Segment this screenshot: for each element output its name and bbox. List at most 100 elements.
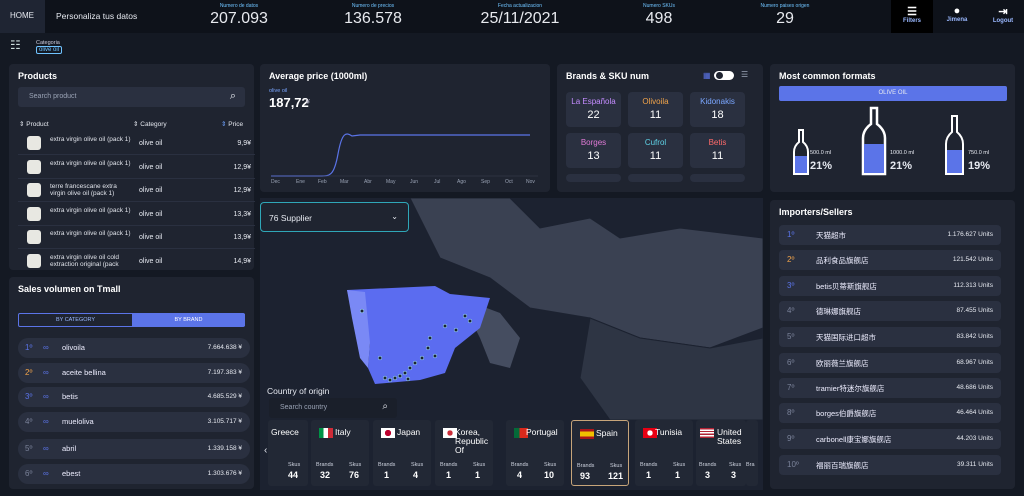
list-item[interactable]: 8º borges伯爵旗舰店 46.464 Units	[779, 403, 1001, 423]
list-item[interactable]: 5º ∞ abril 1.339.158 ¥	[18, 439, 250, 459]
link-icon: ∞	[43, 392, 49, 401]
sales-title: Sales volumen on Tmall	[18, 284, 121, 294]
country-card-portugal[interactable]: Portugal Brands 4 Skus 10	[506, 420, 564, 486]
table-row[interactable]: extra virgin olive oil (pack 1) olive oil…	[18, 133, 255, 155]
italy-flag-icon	[319, 428, 333, 438]
home-tab[interactable]: HOME	[0, 0, 45, 33]
search-icon[interactable]: ⌕	[230, 90, 236, 103]
list-item[interactable]: 6º 欧丽薇兰旗舰店 68.967 Units	[779, 353, 1001, 373]
brands-panel: Brands & SKU num ▦ ☰ La Española 22 Olivo…	[557, 64, 763, 192]
format-pct-750: 19%	[968, 160, 991, 172]
user-button[interactable]: ● Jimena	[936, 0, 978, 33]
list-item[interactable]: 3º ∞ betis 4.685.529 ¥	[18, 387, 250, 407]
list-item[interactable]: 1º 天猫超市 1.176.627 Units	[779, 225, 1001, 245]
list-view-icon[interactable]: ☰	[741, 70, 748, 79]
product-thumbnail	[27, 160, 41, 174]
list-item[interactable]: 2º ∞ aceite bellina 7.197.383 ¥	[18, 363, 250, 383]
link-icon: ∞	[43, 343, 49, 352]
country-of-origin-label: Country of origin	[267, 386, 330, 396]
average-price-panel: Average price (1000ml) olive oil 187,72 …	[260, 64, 550, 192]
list-item[interactable]: 7º tramier特迷尔旗舰店 48.686 Units	[779, 378, 1001, 398]
table-row[interactable]: extra virgin olive oil (pack 1) olive oil…	[18, 204, 255, 226]
brand-card[interactable]: Cufrol 11	[628, 133, 683, 168]
list-item[interactable]: 5º 天猫国际进口超市 83.842 Units	[779, 327, 1001, 347]
table-row[interactable]: terre francescane extra virgin olive oil…	[18, 180, 255, 202]
month-tick: Feb	[318, 179, 327, 185]
table-row[interactable]: extra virgin olive oil (pack 1) olive oil…	[18, 227, 255, 249]
product-thumbnail	[27, 183, 41, 197]
tab-by-brand[interactable]: BY BRAND	[132, 314, 245, 326]
col-product-header[interactable]: ⇕ Product	[19, 120, 49, 128]
chevron-down-icon: ⌄	[391, 212, 398, 221]
search-country-input[interactable]: Search country ⌕	[269, 398, 397, 418]
products-panel: Products Search product ⌕ ⇕ Product ⇕ Ca…	[9, 64, 255, 270]
logout-button[interactable]: ⇥ Logout	[982, 0, 1024, 33]
carousel-prev-arrow[interactable]: ‹	[264, 445, 267, 456]
format-size-1000: 1000.0 ml	[890, 150, 915, 156]
month-tick: Ene	[296, 179, 305, 185]
supplier-dropdown-value: 76 Supplier	[269, 213, 313, 223]
list-item[interactable]: 4º ∞ mueloliva 3.105.717 ¥	[18, 412, 250, 432]
price-line-chart	[271, 133, 538, 177]
list-item[interactable]: 10º 福丽百瑞旗舰店 39.311 Units	[779, 455, 1001, 475]
filters-button[interactable]: ☰ Filters	[891, 0, 933, 33]
kpi-datos: Numero de datos 207.093	[210, 3, 268, 27]
month-tick: Ago	[457, 179, 466, 185]
table-row[interactable]: extra virgin olive oil cold extraction o…	[18, 251, 255, 269]
brand-card[interactable]: Betis 11	[690, 133, 745, 168]
tab-by-category[interactable]: BY CATEGORY	[19, 314, 132, 326]
personaliza-link[interactable]: Personaliza tus datos	[56, 11, 137, 21]
bottle-icon	[793, 129, 809, 175]
brand-card[interactable]: Borges 13	[566, 133, 621, 168]
grid-view-icon[interactable]: ▦	[703, 71, 711, 80]
month-tick: May	[386, 179, 396, 185]
filter-settings-icon[interactable]: ☷	[10, 38, 21, 52]
japan-flag-icon	[381, 428, 395, 438]
formats-panel: Most common formats OLIVE OIL 500.0 ml 2…	[770, 64, 1015, 192]
search-country-placeholder: Search country	[280, 404, 328, 411]
brand-card[interactable]	[566, 174, 621, 182]
col-category-header[interactable]: ⇕ Category	[133, 120, 167, 128]
col-price-header[interactable]: ⇕ Price	[221, 120, 243, 128]
bottle-icon	[861, 106, 887, 176]
link-icon: ∞	[43, 444, 49, 453]
list-item[interactable]: 6º ∞ ebest 1.303.676 ¥	[18, 464, 250, 484]
supplier-dropdown[interactable]: 76 Supplier ⌄	[260, 202, 409, 232]
format-pct-500: 21%	[810, 160, 833, 172]
country-card-partial[interactable]: Bra	[746, 420, 758, 486]
brand-card[interactable]: Olivoila 11	[628, 92, 683, 127]
category-filter-chip[interactable]: olive oil	[36, 46, 63, 54]
link-icon: ∞	[43, 417, 49, 426]
country-card-japan[interactable]: Japan Brands 1 Skus 4	[373, 420, 431, 486]
month-tick: Mar	[340, 179, 349, 185]
month-tick: Jun	[410, 179, 419, 185]
country-card-tunisia[interactable]: Tunisia Brands 1 Skus 1	[635, 420, 693, 486]
country-card-spain[interactable]: Spain Brands 93 Skus 121	[571, 420, 629, 486]
month-tick: Jul	[434, 179, 441, 185]
kpi-fecha: Fecha actualizacion 25/11/2021	[480, 3, 560, 27]
list-item[interactable]: 3º betis贝蒂斯旗舰店 112.313 Units	[779, 276, 1001, 296]
table-row[interactable]: extra virgin olive oil (pack 1) olive oil…	[18, 157, 255, 179]
search-product-input[interactable]: Search product ⌕	[18, 87, 245, 107]
brands-title: Brands & SKU num	[566, 71, 650, 81]
country-card-greece[interactable]: Greece Skus 44	[268, 420, 308, 486]
price-line	[271, 133, 530, 177]
brand-card[interactable]	[690, 174, 745, 182]
importers-title: Importers/Sellers	[779, 207, 853, 217]
list-item[interactable]: 4º 德琳娜旗舰店 87.455 Units	[779, 301, 1001, 321]
brand-card[interactable]	[628, 174, 683, 182]
country-card-korea[interactable]: Korea, Republic Of Brands 1 Skus 1	[435, 420, 493, 486]
month-tick: Oct	[505, 179, 513, 185]
brand-card[interactable]: Kidonakis 18	[690, 92, 745, 127]
country-card-italy[interactable]: Italy Brands 32 Skus 76	[311, 420, 369, 486]
list-item[interactable]: 1º ∞ olivoila 7.664.638 ¥	[18, 338, 250, 358]
view-toggle[interactable]	[714, 71, 734, 80]
country-card-united-states[interactable]: United States Brands 3 Skus 3	[696, 420, 746, 486]
search-icon[interactable]: ⌕	[382, 401, 388, 412]
product-thumbnail	[27, 136, 41, 150]
product-thumbnail	[27, 207, 41, 221]
brand-card[interactable]: La Española 22	[566, 92, 621, 127]
list-item[interactable]: 2º 品利食品旗舰店 121.542 Units	[779, 250, 1001, 270]
list-item[interactable]: 9º carbonell康宝娜旗舰店 44.203 Units	[779, 429, 1001, 449]
product-thumbnail	[27, 254, 41, 268]
